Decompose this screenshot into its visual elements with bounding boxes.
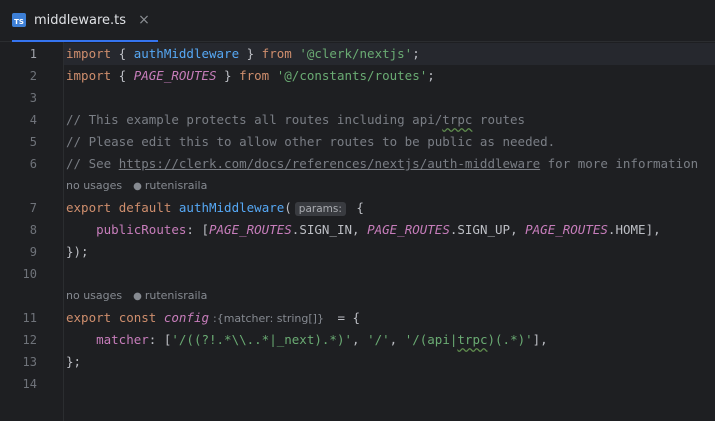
code-line[interactable]: matcher: ['/((?!.*\\..*|_next).*)', '/',… [66, 329, 548, 351]
user-icon: ● [133, 181, 142, 192]
string-literal: '/' [367, 332, 390, 347]
line-number: 10 [22, 267, 37, 281]
identifier: authMiddleware [133, 46, 240, 61]
property-key: publicRoutes [96, 222, 187, 237]
usages-text[interactable]: no usages [66, 179, 122, 192]
usages-text[interactable]: no usages [66, 289, 122, 302]
code-line[interactable]: }); [66, 241, 89, 263]
author-name[interactable]: rutenisraila [145, 289, 207, 302]
keyword: default [118, 200, 172, 215]
code-line[interactable]: import { authMiddleware } from '@clerk/n… [66, 43, 420, 65]
line-number: 13 [22, 355, 37, 369]
comment-link[interactable]: https://clerk.com/docs/references/nextjs… [119, 156, 540, 171]
close-icon[interactable]: × [138, 12, 150, 28]
identifier: PAGE_ROUTES [133, 68, 217, 83]
code-line[interactable]: export const config:{matcher: string[]} … [66, 307, 360, 329]
string-literal: '/(api| [404, 332, 458, 347]
punctuation: : [ [186, 222, 209, 237]
punctuation: ; [427, 68, 435, 83]
punctuation: ], [645, 222, 661, 237]
string-literal: '@/constants/routes' [276, 68, 428, 83]
tab-label: middleware.ts [34, 12, 127, 28]
line-number: 6 [29, 157, 37, 171]
identifier: config [163, 310, 210, 325]
comment-text: routes [472, 112, 526, 127]
keyword: from [239, 68, 270, 83]
code-comment[interactable]: // Please edit this to allow other route… [66, 131, 555, 153]
line-number: 7 [29, 201, 37, 215]
code-editor[interactable]: 1 2 3 4 5 6 7 8 9 10 11 12 13 14 import … [0, 42, 715, 421]
punctuation: { [348, 200, 364, 215]
string-literal: )(.*)' [487, 332, 533, 347]
punctuation: ( [284, 200, 292, 215]
line-number: 9 [29, 245, 37, 259]
punctuation: = { [329, 310, 361, 325]
punctuation: } [239, 46, 262, 61]
string-literal: '/((?!.*\\..*|_next).*)' [171, 332, 352, 347]
punctuation: } [216, 68, 240, 83]
typo-marker[interactable]: trpc [457, 332, 487, 347]
code-line[interactable]: }; [66, 351, 81, 373]
typo-marker[interactable]: trpc [442, 112, 472, 127]
code-line[interactable]: import { PAGE_ROUTES } from '@/constants… [66, 65, 435, 87]
punctuation: , [389, 332, 405, 347]
keyword: export [66, 200, 112, 215]
line-number: 4 [29, 113, 37, 127]
punctuation: ; [412, 46, 420, 61]
type-hint: :{matcher: string[]} [213, 312, 324, 325]
keyword: export [66, 310, 112, 325]
punctuation: { [111, 68, 134, 83]
line-number: 11 [22, 311, 37, 325]
function-call: authMiddleware [178, 200, 285, 215]
code-comment[interactable]: // This example protects all routes incl… [66, 109, 525, 131]
line-number: 8 [29, 223, 37, 237]
keyword: from [261, 46, 292, 61]
editor-tab-bar: TS middleware.ts × [0, 0, 715, 42]
author-name[interactable]: rutenisraila [145, 179, 207, 192]
comment-text: for more information [540, 156, 699, 171]
usages-hint[interactable]: no usages ● rutenisraila [66, 285, 207, 307]
code-line[interactable]: publicRoutes: [PAGE_ROUTES.SIGN_IN, PAGE… [66, 219, 661, 241]
line-number: 5 [29, 135, 37, 149]
punctuation: : [ [148, 332, 172, 347]
constant: PAGE_ROUTES [209, 222, 292, 237]
keyword: import [66, 68, 112, 83]
constant: PAGE_ROUTES [525, 222, 608, 237]
code-line[interactable]: export default authMiddleware(params: { [66, 197, 364, 219]
keyword: import [66, 46, 112, 61]
line-number: 1 [29, 47, 37, 61]
punctuation: ], [532, 332, 548, 347]
string-literal: '@clerk/nextjs' [299, 46, 413, 61]
user-icon: ● [133, 291, 142, 302]
punctuation: , [352, 332, 368, 347]
tab-middleware-ts[interactable]: TS middleware.ts × [12, 0, 158, 42]
code-comment[interactable]: // See https://clerk.com/docs/references… [66, 153, 698, 175]
keyword: const [118, 310, 157, 325]
line-number: 12 [22, 333, 37, 347]
comment-text: // This example protects all routes incl… [66, 112, 443, 127]
member-access: .HOME [607, 222, 646, 237]
punctuation: { [111, 46, 134, 61]
line-number: 14 [22, 377, 37, 391]
comment-text: // See [66, 156, 119, 171]
constant: PAGE_ROUTES [367, 222, 450, 237]
line-number: 3 [29, 91, 37, 105]
line-number: 2 [29, 69, 37, 83]
usages-hint[interactable]: no usages ● rutenisraila [66, 175, 207, 197]
member-access: .SIGN_IN, [291, 222, 368, 237]
ts-file-icon: TS [12, 13, 26, 27]
property-key: matcher [96, 332, 149, 347]
member-access: .SIGN_UP, [449, 222, 526, 237]
line-number-gutter[interactable]: 1 2 3 4 5 6 7 8 9 10 11 12 13 14 [0, 42, 64, 421]
parameter-hint: params: [294, 202, 346, 216]
